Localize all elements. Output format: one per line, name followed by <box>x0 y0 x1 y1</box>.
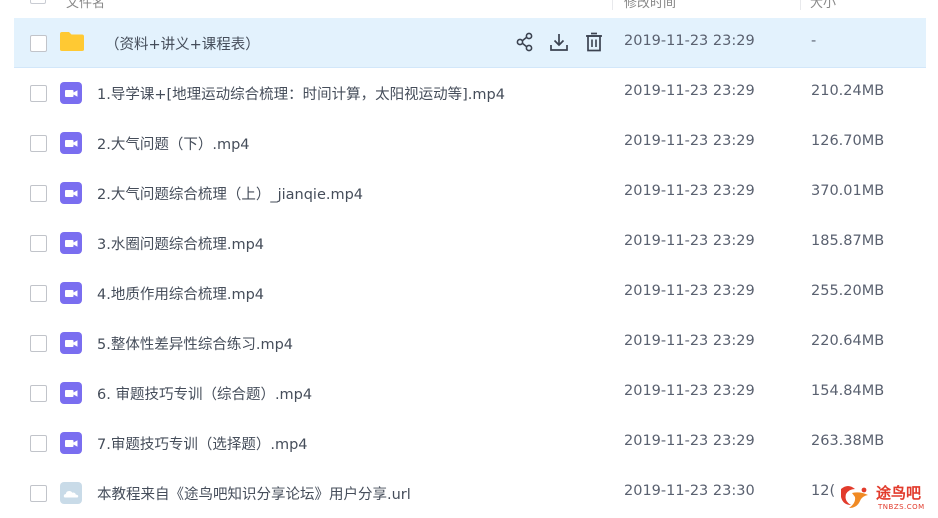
row-checkbox[interactable] <box>30 235 47 252</box>
file-modified-date: 2019-11-23 23:29 <box>624 433 755 449</box>
row-checkbox[interactable] <box>30 85 47 102</box>
file-size: 370.01MB <box>811 183 885 199</box>
file-modified-date: 2019-11-23 23:29 <box>624 83 755 99</box>
file-size: 126.70MB <box>811 133 885 149</box>
watermark-text: 途鸟吧 <box>876 484 922 502</box>
folder-icon <box>60 32 84 51</box>
file-modified-date: 2019-11-23 23:29 <box>624 33 755 49</box>
file-name[interactable]: 7.审题技巧专训（选择题）.mp4 <box>97 433 308 454</box>
file-name[interactable]: 5.整体性差异性综合练习.mp4 <box>97 333 293 354</box>
file-name[interactable]: 本教程来自《途鸟吧知识分享论坛》用户分享.url <box>97 483 411 504</box>
row-checkbox[interactable] <box>30 335 47 352</box>
file-name[interactable]: 1.导学课+[地理运动综合梳理：时间计算，太阳视运动等].mp4 <box>97 83 505 104</box>
file-size: 12( <box>811 483 836 499</box>
select-all-checkbox[interactable] <box>30 0 46 4</box>
video-file-icon <box>60 432 82 454</box>
column-header-date[interactable]: 修改时间 <box>624 0 676 11</box>
file-row[interactable]: 2.大气问题综合梳理（上）_jianqie.mp4 2019-11-23 23:… <box>14 168 926 218</box>
watermark-subtext: TNBZS.COM <box>878 503 925 511</box>
row-checkbox[interactable] <box>30 485 47 502</box>
file-modified-date: 2019-11-23 23:29 <box>624 133 755 149</box>
column-divider[interactable] <box>612 0 613 10</box>
row-checkbox[interactable] <box>30 435 47 452</box>
link-file-icon <box>60 482 82 504</box>
file-list: （资料+讲义+课程表） 2019-11-23 23:29 - 1.导学课+[地理… <box>14 18 926 518</box>
video-file-icon <box>60 382 82 404</box>
video-file-icon <box>60 132 82 154</box>
file-size: 185.87MB <box>811 233 885 249</box>
row-checkbox[interactable] <box>30 35 47 52</box>
file-size: - <box>811 33 817 49</box>
file-modified-date: 2019-11-23 23:29 <box>624 383 755 399</box>
share-icon[interactable] <box>514 31 536 53</box>
file-modified-date: 2019-11-23 23:29 <box>624 183 755 199</box>
file-list-header: 文件名 修改时间 大小 <box>0 0 938 16</box>
file-modified-date: 2019-11-23 23:30 <box>624 483 755 499</box>
delete-icon[interactable] <box>583 31 605 53</box>
column-header-size[interactable]: 大小 <box>810 0 836 11</box>
watermark: 途鸟吧 TNBZS.COM <box>836 478 938 518</box>
file-modified-date: 2019-11-23 23:29 <box>624 333 755 349</box>
row-checkbox[interactable] <box>30 185 47 202</box>
file-name[interactable]: 4.地质作用综合梳理.mp4 <box>97 283 264 304</box>
file-row[interactable]: 6. 审题技巧专训（综合题）.mp4 2019-11-23 23:29 154.… <box>14 368 926 418</box>
column-divider[interactable] <box>800 0 801 10</box>
file-row[interactable]: 7.审题技巧专训（选择题）.mp4 2019-11-23 23:29 263.3… <box>14 418 926 468</box>
file-row[interactable]: 1.导学课+[地理运动综合梳理：时间计算，太阳视运动等].mp4 2019-11… <box>14 68 926 118</box>
file-row[interactable]: 2.大气问题（下）.mp4 2019-11-23 23:29 126.70MB <box>14 118 926 168</box>
file-size: 255.20MB <box>811 283 885 299</box>
column-header-name[interactable]: 文件名 <box>66 0 105 11</box>
file-size: 263.38MB <box>811 433 885 449</box>
file-row[interactable]: 5.整体性差异性综合练习.mp4 2019-11-23 23:29 220.64… <box>14 318 926 368</box>
download-icon[interactable] <box>548 31 570 53</box>
file-modified-date: 2019-11-23 23:29 <box>624 233 755 249</box>
file-row[interactable]: 4.地质作用综合梳理.mp4 2019-11-23 23:29 255.20MB <box>14 268 926 318</box>
row-checkbox[interactable] <box>30 385 47 402</box>
file-modified-date: 2019-11-23 23:29 <box>624 283 755 299</box>
bird-logo-icon <box>841 486 868 508</box>
video-file-icon <box>60 182 82 204</box>
file-size: 154.84MB <box>811 383 885 399</box>
row-checkbox[interactable] <box>30 135 47 152</box>
file-size: 220.64MB <box>811 333 885 349</box>
file-name[interactable]: 2.大气问题（下）.mp4 <box>97 133 250 154</box>
file-row[interactable]: 本教程来自《途鸟吧知识分享论坛》用户分享.url 2019-11-23 23:3… <box>14 468 926 518</box>
file-size: 210.24MB <box>811 83 885 99</box>
file-row[interactable]: 3.水圈问题综合梳理.mp4 2019-11-23 23:29 185.87MB <box>14 218 926 268</box>
video-file-icon <box>60 282 82 304</box>
video-file-icon <box>60 82 82 104</box>
file-name[interactable]: 2.大气问题综合梳理（上）_jianqie.mp4 <box>97 183 363 204</box>
video-file-icon <box>60 232 82 254</box>
row-checkbox[interactable] <box>30 285 47 302</box>
video-file-icon <box>60 332 82 354</box>
file-name[interactable]: （资料+讲义+课程表） <box>105 33 260 54</box>
file-row-folder[interactable]: （资料+讲义+课程表） 2019-11-23 23:29 - <box>14 18 926 68</box>
file-name[interactable]: 3.水圈问题综合梳理.mp4 <box>97 233 264 254</box>
file-name[interactable]: 6. 审题技巧专训（综合题）.mp4 <box>97 383 312 404</box>
